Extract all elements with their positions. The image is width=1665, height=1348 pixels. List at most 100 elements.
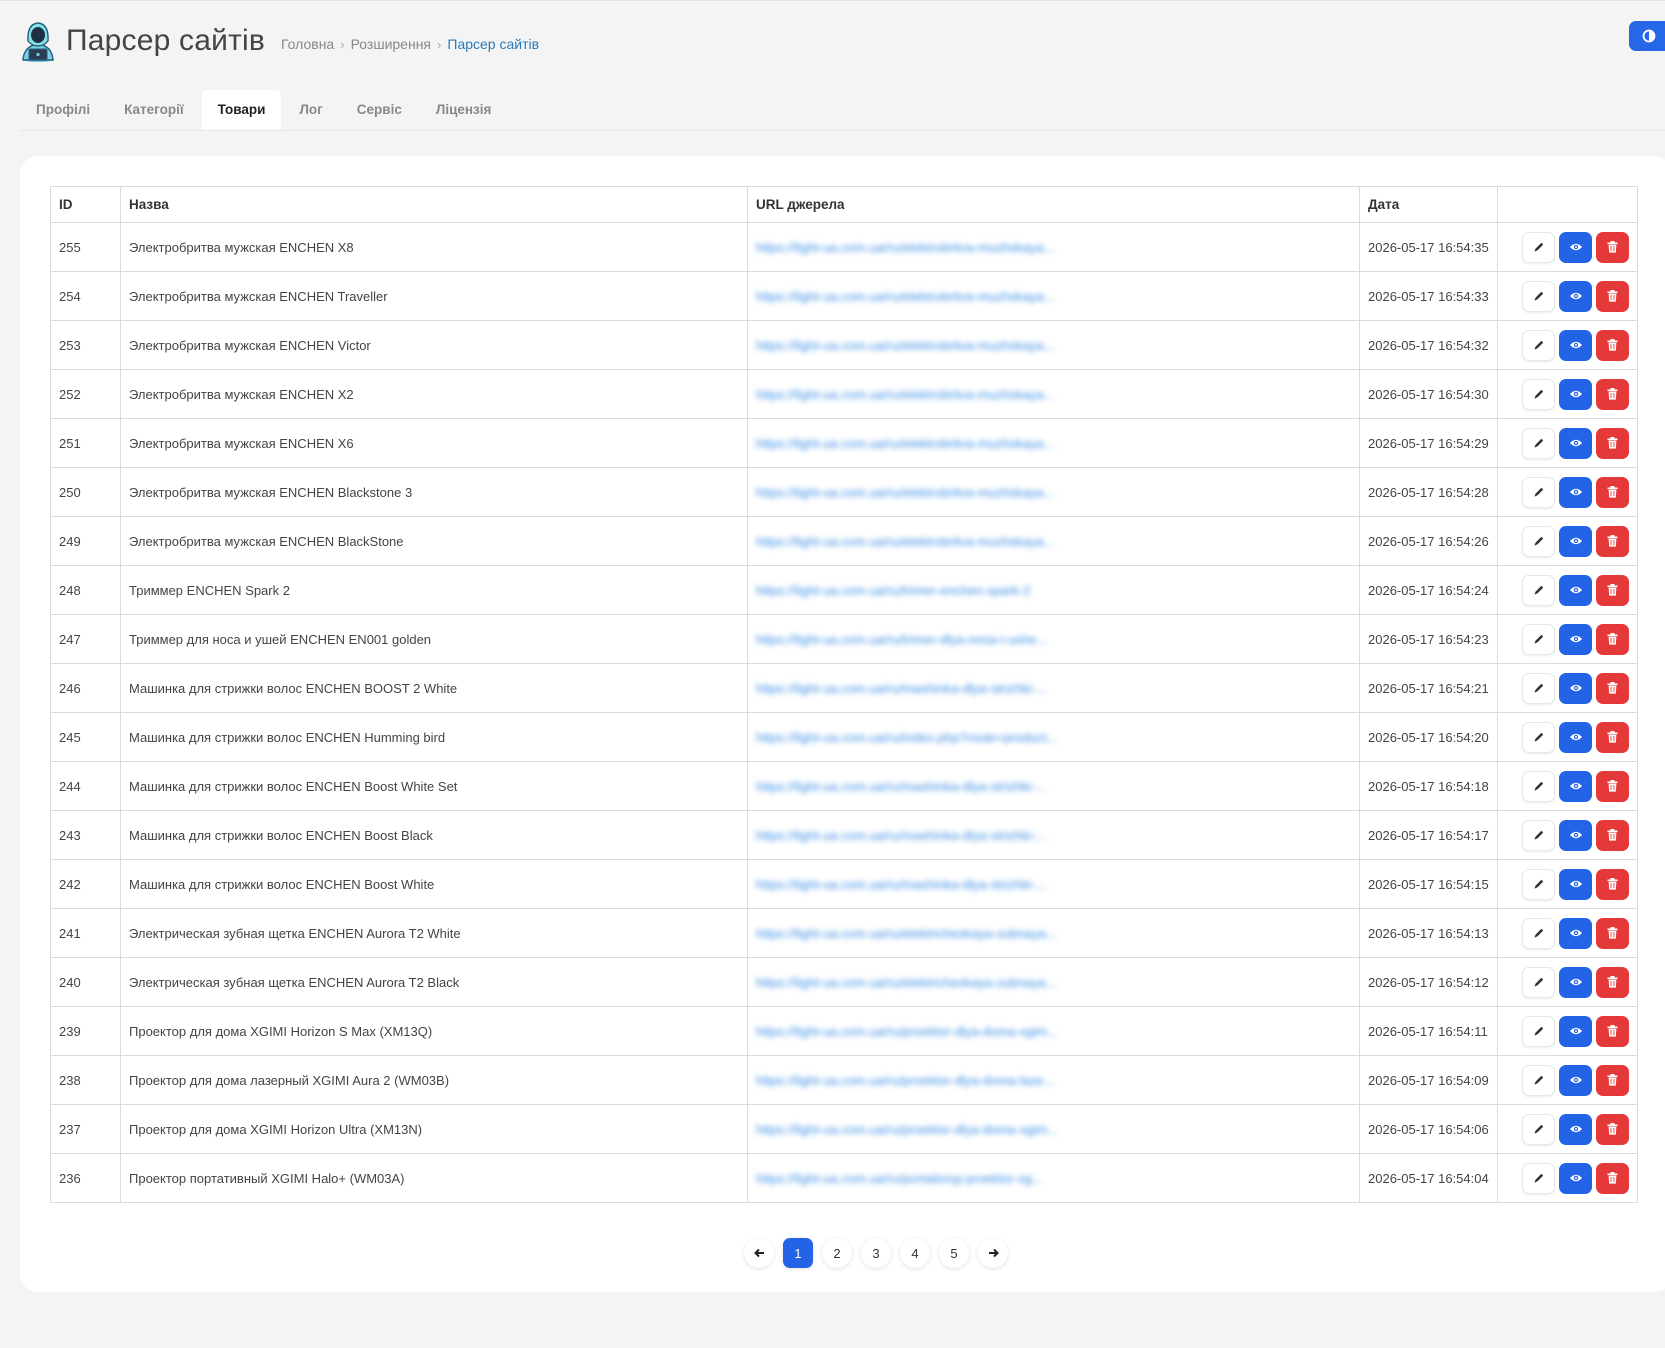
edit-button[interactable]: [1522, 574, 1555, 606]
delete-button[interactable]: [1596, 231, 1629, 263]
row-url-link[interactable]: https://light-ua.com.ua/ru/mashinka-dlya…: [756, 779, 1046, 794]
view-button[interactable]: [1559, 378, 1592, 410]
view-button[interactable]: [1559, 1064, 1592, 1096]
delete-button[interactable]: [1596, 280, 1629, 312]
view-button[interactable]: [1559, 427, 1592, 459]
theme-toggle-button[interactable]: [1629, 21, 1665, 51]
delete-button[interactable]: [1596, 623, 1629, 655]
edit-button[interactable]: [1522, 231, 1555, 263]
edit-button[interactable]: [1522, 427, 1555, 459]
view-button[interactable]: [1559, 476, 1592, 508]
delete-button[interactable]: [1596, 525, 1629, 557]
row-url-link[interactable]: https://light-ua.com.ua/ru/elektrobritva…: [756, 240, 1054, 255]
row-url-link[interactable]: https://light-ua.com.ua/ru/elektrobritva…: [756, 485, 1054, 500]
row-url-link[interactable]: https://light-ua.com.ua/ru/trimer-enchen…: [756, 583, 1031, 598]
row-url-link[interactable]: https://light-ua.com.ua/ru/proektor-dlya…: [756, 1122, 1058, 1137]
view-button[interactable]: [1559, 917, 1592, 949]
next-page-button[interactable]: [978, 1238, 1008, 1268]
row-url-link[interactable]: https://light-ua.com.ua/ru/elektrobritva…: [756, 387, 1054, 402]
edit-button[interactable]: [1522, 280, 1555, 312]
row-id: 243: [50, 810, 121, 860]
edit-button[interactable]: [1522, 476, 1555, 508]
view-button[interactable]: [1559, 231, 1592, 263]
breadcrumb-extensions[interactable]: Розширення: [351, 36, 431, 52]
row-url-link[interactable]: https://light-ua.com.ua/ru/elektrobritva…: [756, 289, 1054, 304]
view-button[interactable]: [1559, 1113, 1592, 1145]
edit-button[interactable]: [1522, 770, 1555, 802]
page-button-3[interactable]: 3: [861, 1238, 891, 1268]
delete-button[interactable]: [1596, 427, 1629, 459]
view-button[interactable]: [1559, 819, 1592, 851]
row-url-link[interactable]: https://light-ua.com.ua/ru/portativnyj-p…: [756, 1171, 1043, 1186]
breadcrumb-home[interactable]: Головна: [281, 36, 334, 52]
page-button-5[interactable]: 5: [939, 1238, 969, 1268]
tab-service[interactable]: Сервіс: [341, 90, 418, 130]
view-button[interactable]: [1559, 721, 1592, 753]
delete-button[interactable]: [1596, 721, 1629, 753]
edit-button[interactable]: [1522, 1113, 1555, 1145]
row-url-link[interactable]: https://light-ua.com.ua/ru/proektor-dlya…: [756, 1024, 1058, 1039]
tab-profiles[interactable]: Профілі: [20, 90, 106, 130]
delete-button[interactable]: [1596, 476, 1629, 508]
view-button[interactable]: [1559, 329, 1592, 361]
tab-categories[interactable]: Категорії: [108, 90, 200, 130]
edit-button[interactable]: [1522, 525, 1555, 557]
view-button[interactable]: [1559, 868, 1592, 900]
row-url-link[interactable]: https://light-ua.com.ua/ru/proektor-dlya…: [756, 1073, 1054, 1088]
row-url-link[interactable]: https://light-ua.com.ua/ru/elektrobritva…: [756, 436, 1054, 451]
edit-button[interactable]: [1522, 819, 1555, 851]
row-url-link[interactable]: https://light-ua.com.ua/ru/trimer-dlya-n…: [756, 632, 1047, 647]
edit-button[interactable]: [1522, 917, 1555, 949]
page-button-1[interactable]: 1: [783, 1238, 813, 1268]
view-button[interactable]: [1559, 1162, 1592, 1194]
view-button[interactable]: [1559, 525, 1592, 557]
edit-button[interactable]: [1522, 378, 1555, 410]
view-button[interactable]: [1559, 280, 1592, 312]
tab-license[interactable]: Ліцензія: [420, 90, 508, 130]
tab-products[interactable]: Товари: [201, 90, 282, 130]
row-url-link[interactable]: https://light-ua.com.ua/ru/mashinka-dlya…: [756, 681, 1046, 696]
edit-button[interactable]: [1522, 1064, 1555, 1096]
row-id: 242: [50, 859, 121, 909]
delete-button[interactable]: [1596, 1162, 1629, 1194]
edit-button[interactable]: [1522, 966, 1555, 998]
breadcrumb-current[interactable]: Парсер сайтів: [447, 36, 539, 52]
prev-page-button[interactable]: [744, 1238, 774, 1268]
page-button-2[interactable]: 2: [822, 1238, 852, 1268]
delete-button[interactable]: [1596, 1015, 1629, 1047]
row-url-link[interactable]: https://light-ua.com.ua/ru/elektricheska…: [756, 926, 1057, 941]
col-date-header: Дата: [1359, 186, 1498, 223]
view-button[interactable]: [1559, 770, 1592, 802]
delete-button[interactable]: [1596, 770, 1629, 802]
edit-button[interactable]: [1522, 1162, 1555, 1194]
view-button[interactable]: [1559, 623, 1592, 655]
delete-button[interactable]: [1596, 1113, 1629, 1145]
edit-button[interactable]: [1522, 672, 1555, 704]
page-button-4[interactable]: 4: [900, 1238, 930, 1268]
delete-button[interactable]: [1596, 819, 1629, 851]
row-url-link[interactable]: https://light-ua.com.ua/ru/elektricheska…: [756, 975, 1057, 990]
view-button[interactable]: [1559, 966, 1592, 998]
delete-button[interactable]: [1596, 378, 1629, 410]
row-url-link[interactable]: https://light-ua.com.ua/ru/mashinka-dlya…: [756, 877, 1046, 892]
row-url-link[interactable]: https://light-ua.com.ua/ru/index.php?rou…: [756, 730, 1058, 745]
delete-button[interactable]: [1596, 868, 1629, 900]
edit-button[interactable]: [1522, 329, 1555, 361]
delete-button[interactable]: [1596, 574, 1629, 606]
edit-button[interactable]: [1522, 868, 1555, 900]
view-button[interactable]: [1559, 574, 1592, 606]
row-url-link[interactable]: https://light-ua.com.ua/ru/mashinka-dlya…: [756, 828, 1046, 843]
view-button[interactable]: [1559, 672, 1592, 704]
delete-button[interactable]: [1596, 672, 1629, 704]
edit-button[interactable]: [1522, 721, 1555, 753]
view-button[interactable]: [1559, 1015, 1592, 1047]
edit-button[interactable]: [1522, 1015, 1555, 1047]
tab-log[interactable]: Лог: [283, 90, 338, 130]
delete-button[interactable]: [1596, 917, 1629, 949]
row-url-link[interactable]: https://light-ua.com.ua/ru/elektrobritva…: [756, 338, 1054, 353]
delete-button[interactable]: [1596, 966, 1629, 998]
edit-button[interactable]: [1522, 623, 1555, 655]
row-url-link[interactable]: https://light-ua.com.ua/ru/elektrobritva…: [756, 534, 1054, 549]
delete-button[interactable]: [1596, 329, 1629, 361]
delete-button[interactable]: [1596, 1064, 1629, 1096]
